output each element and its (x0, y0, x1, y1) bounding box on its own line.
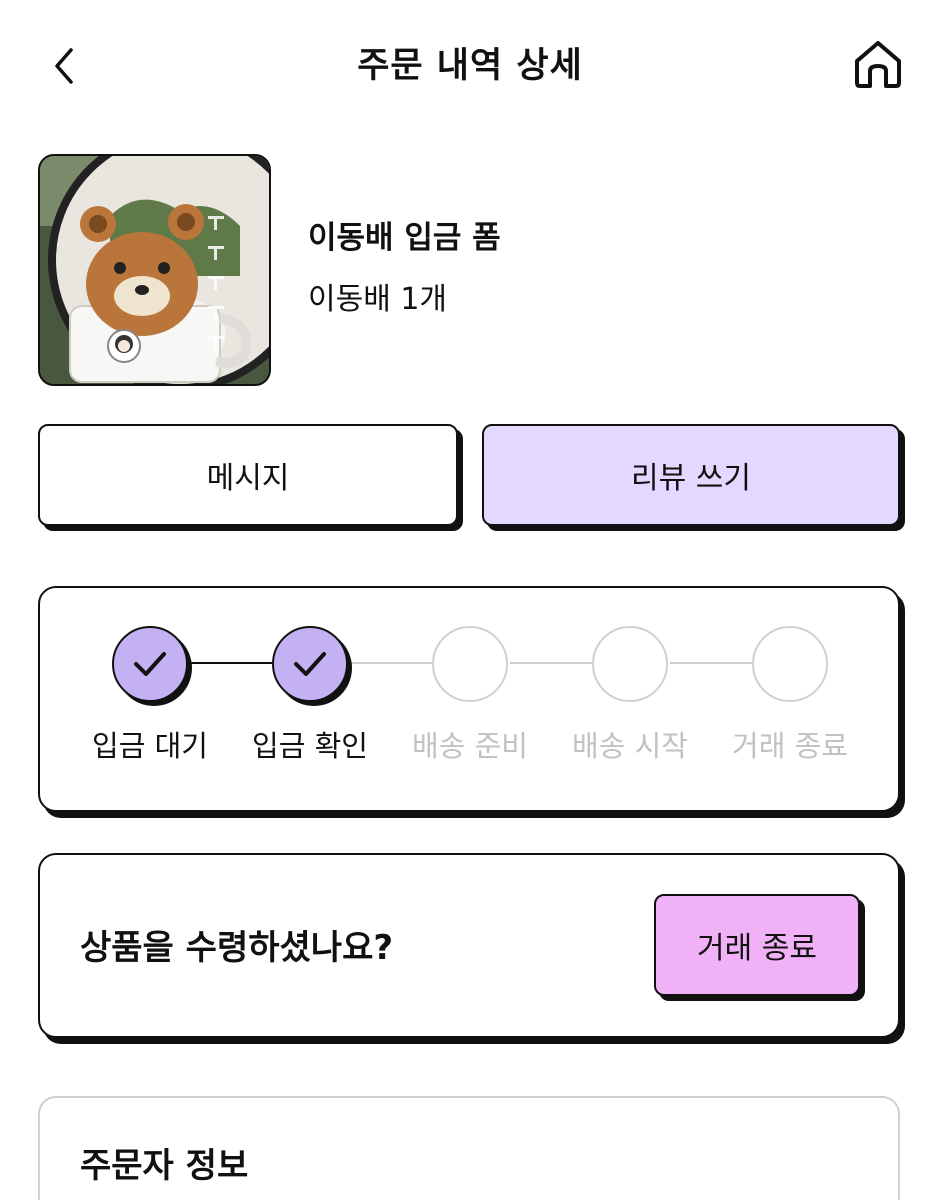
top-bar: 주문 내역 상세 (0, 0, 940, 130)
product-photo (40, 156, 269, 384)
complete-transaction-button[interactable]: 거래 종료 (654, 894, 860, 996)
step-indicator-shipping-prep (432, 626, 508, 702)
step-indicator-transaction-complete (752, 626, 828, 702)
page-title: 주문 내역 상세 (357, 46, 583, 86)
progress-connector (510, 662, 592, 664)
message-button[interactable]: 메시지 (38, 424, 458, 526)
step-label: 배송 준비 (412, 729, 528, 763)
product-thumbnail[interactable] (38, 154, 271, 386)
step-indicator-deposit-confirmed (272, 626, 348, 702)
step-label: 배송 시작 (572, 729, 688, 763)
step-label: 거래 종료 (732, 729, 848, 763)
step-indicator-shipping-started (592, 626, 668, 702)
product-name: 이동배 입금 폼 (308, 220, 501, 256)
write-review-button[interactable]: 리뷰 쓰기 (482, 424, 900, 526)
progress-connector (188, 662, 272, 664)
product-quantity: 이동배 1개 (308, 282, 448, 317)
receipt-question: 상품을 수령하셨나요? (80, 928, 394, 968)
step-indicator-deposit-pending (112, 626, 188, 702)
progress-connector (350, 662, 432, 664)
progress-connector (670, 662, 752, 664)
home-icon (855, 41, 901, 88)
home-button[interactable] (848, 34, 908, 94)
orderer-info-title: 주문자 정보 (80, 1146, 249, 1186)
check-icon (134, 652, 166, 676)
step-label: 입금 확인 (252, 729, 368, 763)
step-label: 입금 대기 (92, 729, 208, 763)
check-icon (294, 652, 326, 676)
